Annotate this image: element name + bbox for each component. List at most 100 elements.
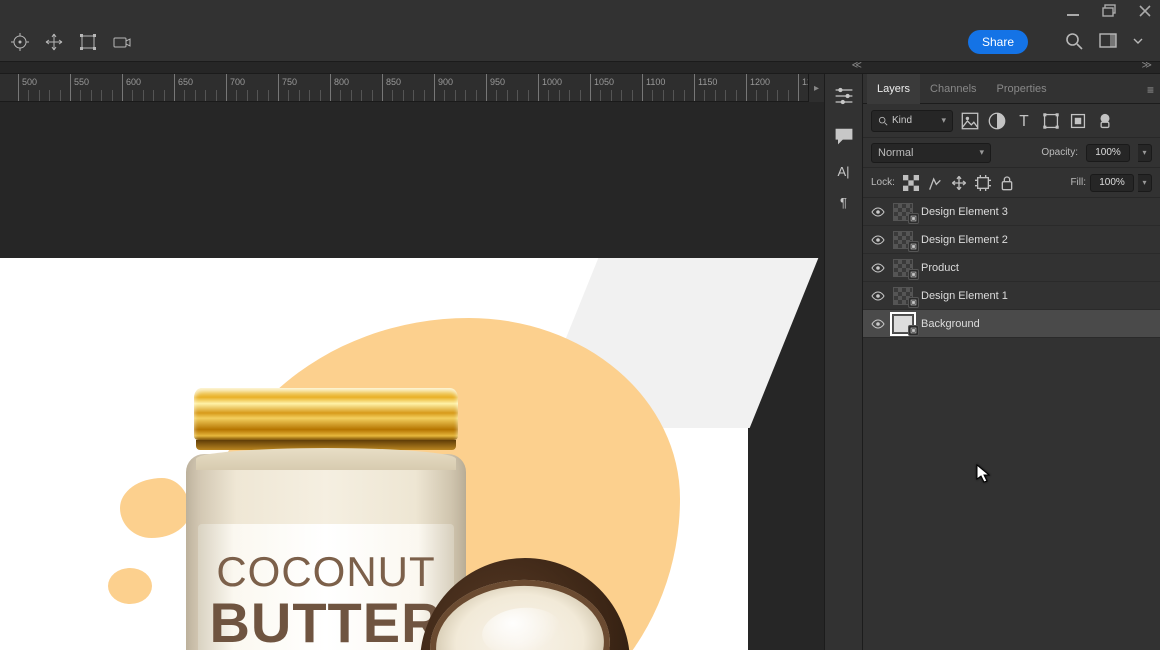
jar-label: COCONUT BUTTER 100% — [198, 524, 454, 650]
smartobject-filter-icon[interactable] — [1069, 112, 1087, 130]
jar-lid — [194, 388, 458, 440]
visibility-toggle[interactable] — [871, 317, 885, 331]
layer-row[interactable]: Design Element 1 — [863, 282, 1160, 310]
fill-value[interactable]: 100% — [1090, 174, 1134, 192]
blob-small-2 — [108, 568, 152, 604]
lock-image-icon[interactable] — [927, 175, 943, 191]
layer-name[interactable]: Design Element 1 — [921, 290, 1152, 302]
ruler-label: 1100 — [646, 77, 665, 87]
workspace-icon[interactable] — [1098, 31, 1118, 51]
layer-row[interactable]: Design Element 2 — [863, 226, 1160, 254]
search-icon[interactable] — [1064, 31, 1084, 51]
smart-object-badge-icon — [908, 269, 919, 280]
artboard-filter-icon[interactable] — [1096, 112, 1114, 130]
panel-tabs: LayersChannelsProperties ≡ — [863, 74, 1160, 104]
tab-properties[interactable]: Properties — [987, 74, 1057, 104]
ruler-label: 1200 — [750, 77, 770, 87]
blend-mode-dropdown[interactable]: Normal ▾ — [871, 143, 991, 163]
filter-kind-dropdown[interactable]: Kind ▾ — [871, 110, 953, 132]
panel-adjust-icon[interactable] — [832, 84, 856, 108]
layer-thumbnail[interactable] — [893, 287, 913, 305]
options-bar: Share — [0, 22, 1160, 62]
jar-shoulder — [196, 448, 456, 470]
character-panel-icon[interactable]: A| — [837, 164, 849, 179]
collapse-panels-icon[interactable]: ≪ — [852, 60, 862, 71]
transform-options — [10, 32, 132, 52]
lock-position-icon[interactable] — [951, 175, 967, 191]
visibility-toggle[interactable] — [871, 261, 885, 275]
restore-button[interactable] — [1100, 2, 1118, 20]
chevron-down-icon: ▾ — [941, 115, 946, 126]
shape-filter-icon[interactable] — [1042, 112, 1060, 130]
transform-origin-icon[interactable] — [10, 32, 30, 52]
layer-name[interactable]: Design Element 3 — [921, 206, 1152, 218]
transform-controls-icon[interactable] — [78, 32, 98, 52]
panel-menu-icon[interactable]: ≡ — [1147, 83, 1154, 97]
tab-channels[interactable]: Channels — [920, 74, 986, 104]
blob-small-1 — [120, 478, 190, 538]
ruler-label: 650 — [178, 77, 193, 87]
type-filter-icon[interactable]: T — [1015, 112, 1033, 130]
ruler-label: 800 — [334, 77, 349, 87]
chevron-down-icon: ▾ — [979, 147, 984, 158]
blend-row: Normal ▾ Opacity: 100% ▾ — [863, 138, 1160, 168]
right-options — [1064, 31, 1144, 51]
ruler-label: 500 — [22, 77, 37, 87]
ruler-label: 600 — [126, 77, 141, 87]
expand-panels-icon[interactable]: ≫ — [1142, 60, 1152, 71]
lock-all-icon[interactable] — [999, 175, 1015, 191]
layer-row[interactable]: Design Element 3 — [863, 198, 1160, 226]
layer-thumbnail[interactable] — [893, 315, 913, 333]
opacity-dropdown-icon[interactable]: ▾ — [1138, 144, 1152, 162]
layer-thumbnail[interactable] — [893, 259, 913, 277]
smart-object-badge-icon — [908, 241, 919, 252]
pixel-filter-icon[interactable] — [961, 112, 979, 130]
lock-artboard-icon[interactable] — [975, 175, 991, 191]
ruler-label: 850 — [386, 77, 401, 87]
layer-thumbnail[interactable] — [893, 231, 913, 249]
visibility-toggle[interactable] — [871, 205, 885, 219]
layer-row[interactable]: Background — [863, 310, 1160, 338]
layer-name[interactable]: Design Element 2 — [921, 234, 1152, 246]
blend-mode-value: Normal — [878, 147, 913, 159]
move-arrows-icon[interactable] — [44, 32, 64, 52]
layer-thumbnail[interactable] — [893, 203, 913, 221]
ruler-label: 700 — [230, 77, 245, 87]
visibility-toggle[interactable] — [871, 233, 885, 247]
canvas[interactable]: COCONUT BUTTER 100% — [0, 258, 748, 650]
canvas-viewport[interactable]: COCONUT BUTTER 100% — [0, 102, 824, 650]
ruler-label: 950 — [490, 77, 505, 87]
layer-row[interactable]: Product — [863, 254, 1160, 282]
minimize-button[interactable] — [1064, 2, 1082, 20]
camera-icon[interactable] — [112, 32, 132, 52]
adjustment-filter-icon[interactable] — [988, 112, 1006, 130]
tab-layers[interactable]: Layers — [867, 74, 920, 104]
layer-name[interactable]: Product — [921, 262, 1152, 274]
visibility-toggle[interactable] — [871, 289, 885, 303]
ruler-label: 750 — [282, 77, 297, 87]
ruler-label: 550 — [74, 77, 89, 87]
ruler-label: 1150 — [698, 77, 717, 87]
horizontal-ruler[interactable]: 5005506006507007508008509009501000105011… — [0, 74, 824, 102]
opacity-label: Opacity: — [1041, 147, 1078, 158]
svg-text:T: T — [1019, 113, 1029, 130]
lock-transparent-icon[interactable] — [903, 175, 919, 191]
ruler-orientation-toggle[interactable]: ▸ — [808, 74, 824, 102]
fill-dropdown-icon[interactable]: ▾ — [1138, 174, 1152, 192]
document-area: 5005506006507007508008509009501000105011… — [0, 74, 824, 650]
share-button[interactable]: Share — [968, 30, 1028, 54]
panel-collapse-strip: ≪ ≫ — [0, 62, 1160, 74]
layers-panel-group: LayersChannelsProperties ≡ Kind ▾ T Norma… — [862, 74, 1160, 650]
lock-label: Lock: — [871, 177, 895, 188]
collapsed-panel-strip: A| ¶ — [824, 74, 862, 650]
chevron-down-icon[interactable] — [1132, 31, 1144, 51]
smart-object-badge-icon — [908, 297, 919, 308]
paragraph-panel-icon[interactable]: ¶ — [840, 195, 847, 210]
comment-icon[interactable] — [832, 124, 856, 148]
smart-object-badge-icon — [908, 325, 919, 336]
opacity-value[interactable]: 100% — [1086, 144, 1130, 162]
lock-row: Lock: Fill: 100% ▾ — [863, 168, 1160, 198]
close-button[interactable] — [1136, 2, 1154, 20]
layer-name[interactable]: Background — [921, 318, 1152, 330]
layer-filter-row: Kind ▾ T — [863, 104, 1160, 138]
